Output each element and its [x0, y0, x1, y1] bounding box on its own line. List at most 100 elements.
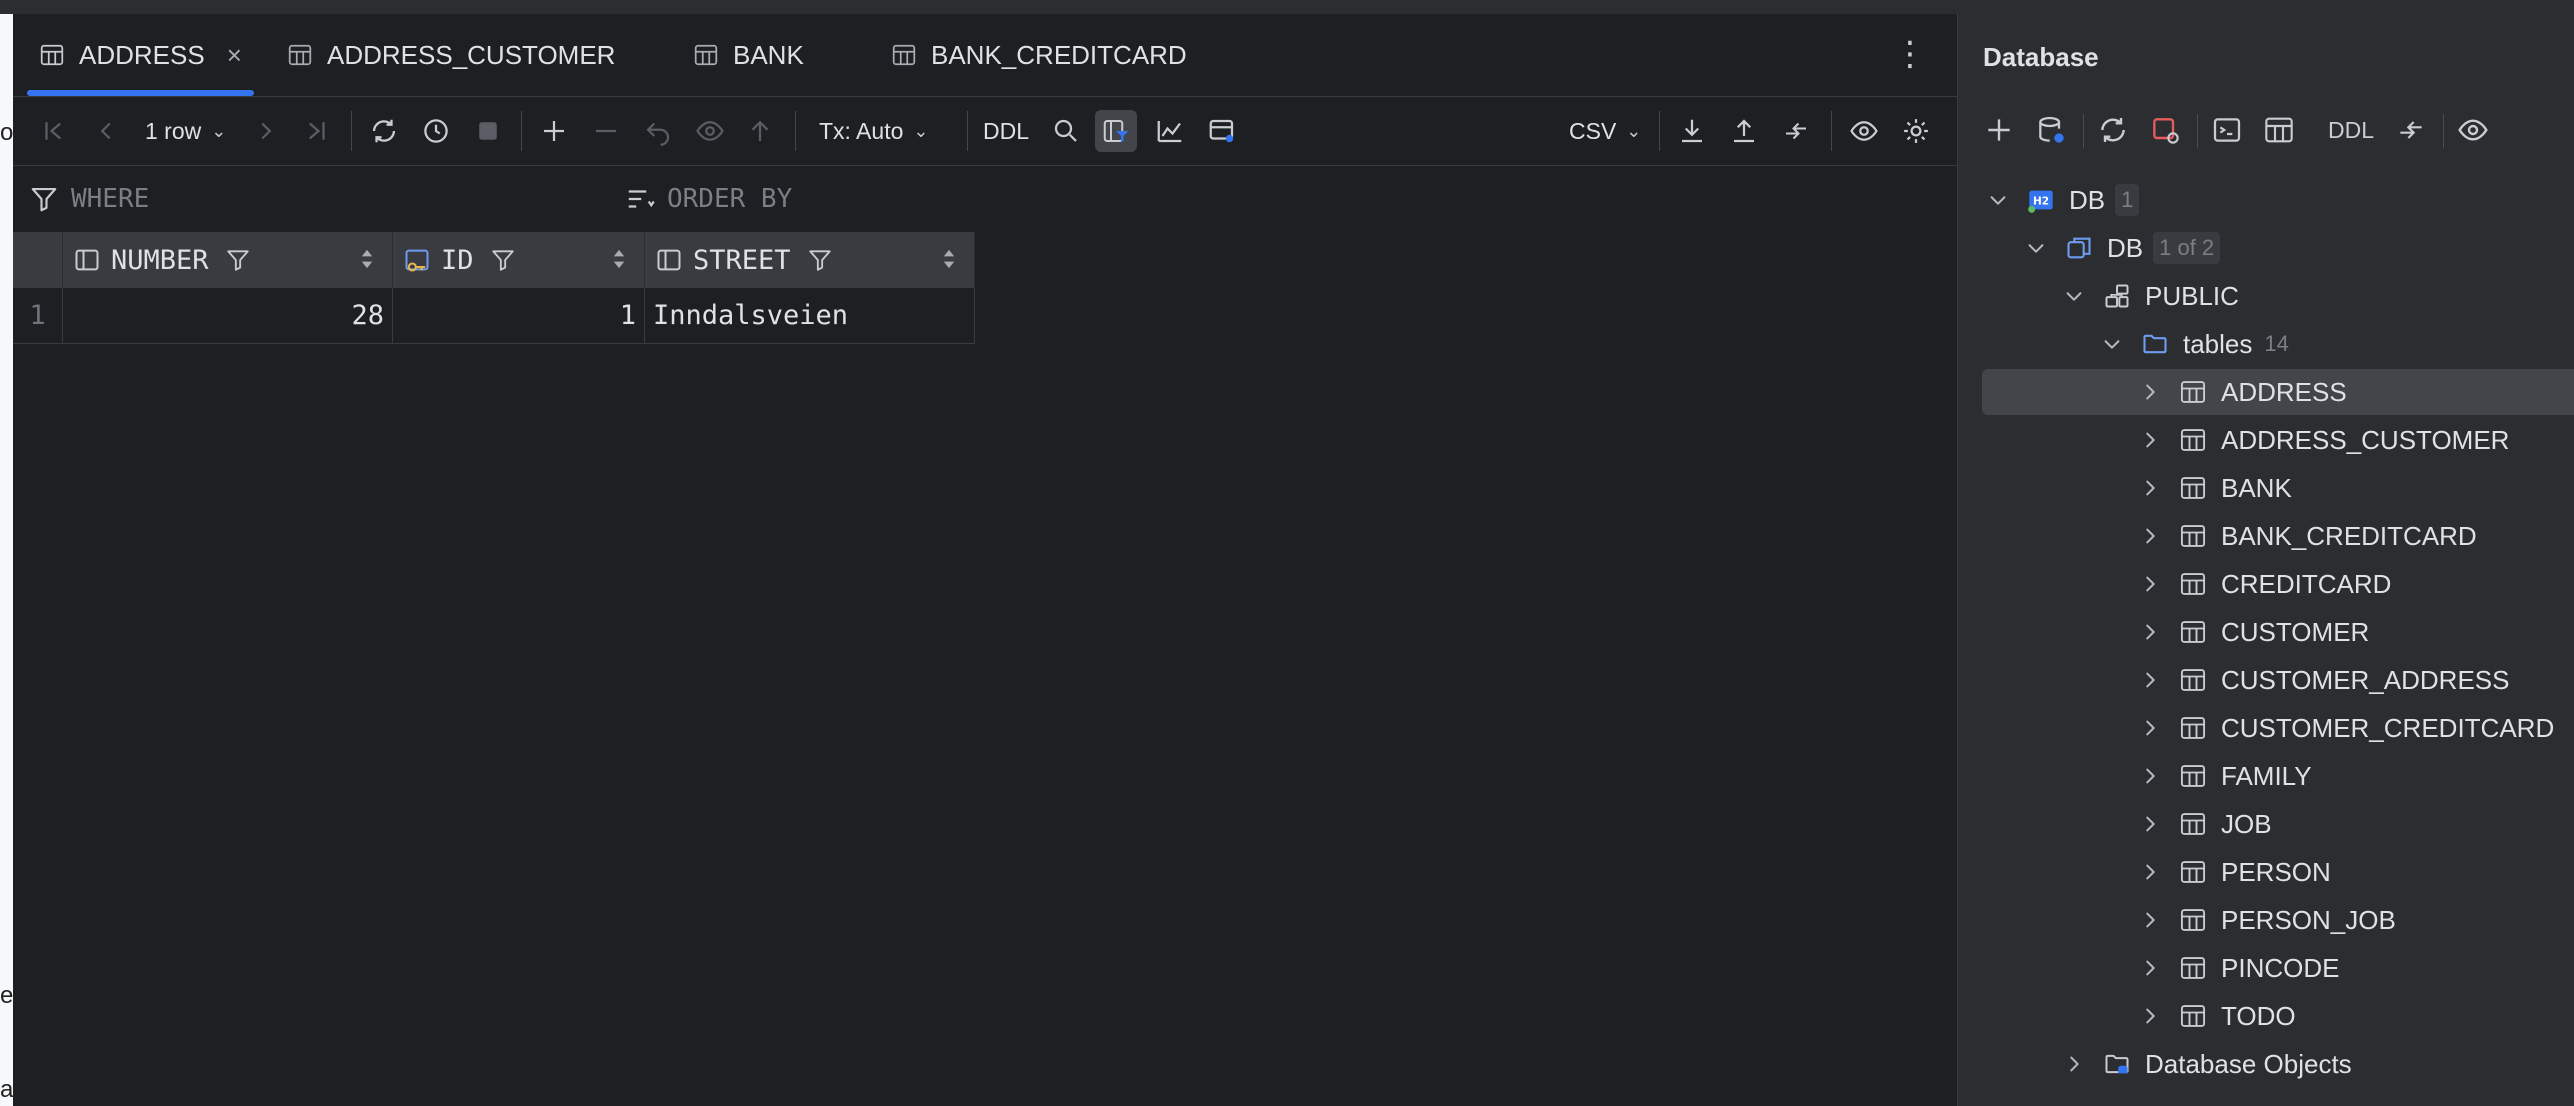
- tree-node-table[interactable]: JOB: [2139, 802, 2272, 846]
- chevron-right-icon[interactable]: [2139, 717, 2161, 739]
- sort-icon[interactable]: [940, 246, 958, 272]
- add-icon[interactable]: [1981, 112, 2017, 148]
- chevron-right-icon[interactable]: [2139, 1005, 2161, 1027]
- chevron-right-icon[interactable]: [2139, 669, 2161, 691]
- history-icon[interactable]: [419, 114, 453, 148]
- column-icon: [655, 246, 683, 274]
- compare-icon[interactable]: [1779, 114, 1813, 148]
- transaction-mode-dropdown[interactable]: Tx: Auto ⌄: [819, 97, 928, 165]
- chevron-right-icon[interactable]: [2139, 477, 2161, 499]
- where-input[interactable]: WHERE: [29, 166, 629, 232]
- tab-bank-creditcard[interactable]: BANK_CREDITCARD: [891, 14, 1187, 96]
- column-icon: [73, 246, 101, 274]
- toolbar-separator: [795, 111, 796, 151]
- export-format-dropdown[interactable]: CSV ⌄: [1569, 97, 1641, 165]
- filter-view-icon[interactable]: [1095, 110, 1137, 152]
- tree-node-table[interactable]: TODO: [2139, 994, 2296, 1038]
- chevron-right-icon[interactable]: [2139, 525, 2161, 547]
- download-icon[interactable]: [1675, 114, 1709, 148]
- table-icon: [2179, 666, 2207, 694]
- next-page-icon[interactable]: [249, 114, 283, 148]
- column-header-number[interactable]: NUMBER: [63, 232, 393, 288]
- chevron-right-icon[interactable]: [2139, 765, 2161, 787]
- chevron-right-icon[interactable]: [2139, 381, 2161, 403]
- chevron-right-icon[interactable]: [2139, 813, 2161, 835]
- tree-node-table[interactable]: BANK: [2139, 466, 2292, 510]
- filter-icon: [29, 184, 59, 214]
- revert-icon[interactable]: [641, 114, 675, 148]
- add-row-icon[interactable]: [537, 114, 571, 148]
- order-by-input[interactable]: ORDER BY: [625, 166, 1425, 232]
- tree-node-table[interactable]: CUSTOMER_ADDRESS: [2139, 658, 2509, 702]
- table-icon[interactable]: [2261, 112, 2297, 148]
- refresh-icon[interactable]: [367, 114, 401, 148]
- row-number[interactable]: 1: [13, 288, 63, 344]
- chevron-down-icon[interactable]: [2063, 285, 2085, 307]
- data-source-properties-icon[interactable]: [2033, 112, 2069, 148]
- ddl-button[interactable]: DDL: [983, 97, 1029, 165]
- tree-node-table[interactable]: CUSTOMER_CREDITCARD: [2139, 706, 2554, 750]
- first-page-icon[interactable]: [37, 114, 71, 148]
- tab-address-customer[interactable]: ADDRESS_CUSTOMER: [287, 14, 615, 96]
- chevron-right-icon[interactable]: [2063, 1053, 2085, 1075]
- table-cell[interactable]: 1: [393, 288, 645, 344]
- tree-node-db[interactable]: DB 1 of 2: [2025, 226, 2221, 270]
- tree-node-table[interactable]: CREDITCARD: [2139, 562, 2391, 606]
- tree-node-schema-public[interactable]: PUBLIC: [2063, 274, 2239, 318]
- console-icon[interactable]: [2209, 112, 2245, 148]
- chevron-right-icon[interactable]: [2139, 621, 2161, 643]
- last-page-icon[interactable]: [299, 114, 333, 148]
- tree-node-table[interactable]: BANK_CREDITCARD: [2139, 514, 2477, 558]
- column-header-street[interactable]: STREET: [645, 232, 975, 288]
- tree-node-table[interactable]: PERSON_JOB: [2139, 898, 2396, 942]
- refresh-icon[interactable]: [2095, 112, 2131, 148]
- gear-icon[interactable]: [1899, 114, 1933, 148]
- filter-icon[interactable]: [225, 247, 251, 273]
- filter-icon[interactable]: [490, 247, 516, 273]
- tree-node-tables-folder[interactable]: tables 14: [2101, 322, 2289, 366]
- column-header-id[interactable]: ID: [393, 232, 645, 288]
- close-icon[interactable]: ×: [227, 40, 242, 71]
- chevron-right-icon[interactable]: [2139, 957, 2161, 979]
- chart-icon[interactable]: [1153, 114, 1187, 148]
- eye-icon[interactable]: [2455, 112, 2491, 148]
- view-options-icon[interactable]: [1205, 114, 1239, 148]
- chevron-right-icon[interactable]: [2139, 909, 2161, 931]
- filter-icon[interactable]: [807, 247, 833, 273]
- tab-bank[interactable]: BANK: [693, 14, 804, 96]
- toolbar-separator: [1659, 111, 1660, 151]
- tree-node-table[interactable]: FAMILY: [2139, 754, 2312, 798]
- sort-icon[interactable]: [358, 246, 376, 272]
- tree-node-table[interactable]: PINCODE: [2139, 946, 2339, 990]
- tree-node-table[interactable]: ADDRESS: [2139, 370, 2347, 414]
- chevron-right-icon[interactable]: [2139, 861, 2161, 883]
- chevron-right-icon[interactable]: [2139, 573, 2161, 595]
- row-count-dropdown[interactable]: 1 row ⌄: [145, 97, 226, 165]
- submit-icon[interactable]: [743, 114, 777, 148]
- chevron-down-icon[interactable]: [2025, 237, 2047, 259]
- more-vertical-icon[interactable]: ⋮: [1893, 34, 1927, 74]
- search-icon[interactable]: [1049, 114, 1083, 148]
- stop-icon[interactable]: [471, 114, 505, 148]
- preview-changes-icon[interactable]: [693, 114, 727, 148]
- tab-address[interactable]: ADDRESS ×: [27, 14, 254, 96]
- chevron-down-icon[interactable]: [1987, 189, 2009, 211]
- tree-node-db-root[interactable]: H2 DB 1: [1987, 178, 2140, 222]
- sort-icon[interactable]: [610, 246, 628, 272]
- previous-page-icon[interactable]: [89, 114, 123, 148]
- column-label: NUMBER: [111, 244, 209, 276]
- tree-node-table[interactable]: ADDRESS_CUSTOMER: [2139, 418, 2509, 462]
- upload-icon[interactable]: [1727, 114, 1761, 148]
- table-cell[interactable]: 28: [63, 288, 393, 344]
- ddl-button[interactable]: DDL: [2321, 112, 2381, 148]
- disconnect-icon[interactable]: [2147, 112, 2183, 148]
- tree-node-table[interactable]: CUSTOMER: [2139, 610, 2369, 654]
- tree-node-table[interactable]: PERSON: [2139, 850, 2331, 894]
- eye-icon[interactable]: [1847, 114, 1881, 148]
- table-cell[interactable]: Inndalsveien: [645, 288, 975, 344]
- chevron-right-icon[interactable]: [2139, 429, 2161, 451]
- chevron-down-icon[interactable]: [2101, 333, 2123, 355]
- delete-row-icon[interactable]: [589, 114, 623, 148]
- tree-node-database-objects[interactable]: Database Objects: [2063, 1042, 2352, 1086]
- compare-icon[interactable]: [2393, 112, 2429, 148]
